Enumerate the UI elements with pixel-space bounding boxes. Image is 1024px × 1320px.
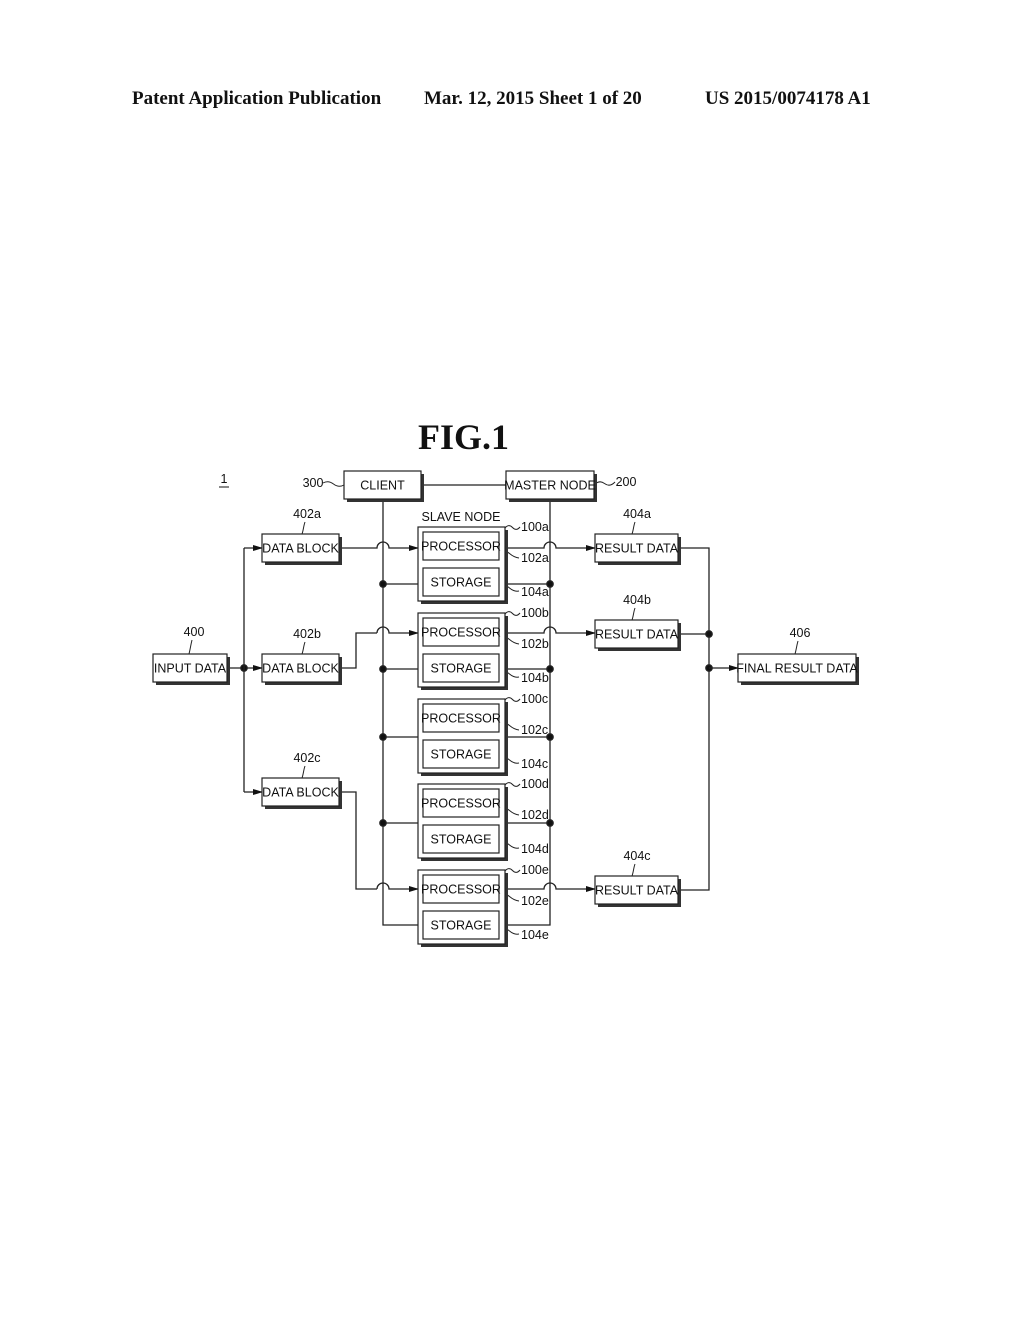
processor-ref: 102d	[521, 808, 549, 822]
processor-102d-label: PROCESSOR	[421, 797, 501, 811]
master-ref: 200	[616, 475, 637, 489]
final-result-data-box-label: FINAL RESULT DATA	[736, 662, 858, 676]
storage-ref: 104c	[521, 757, 548, 771]
block-a-to-processor	[339, 541, 419, 551]
input-leader	[188, 639, 193, 655]
final-ref: 406	[790, 626, 811, 640]
result-ref: 404c	[623, 849, 650, 863]
slave-node-ref: 100d	[521, 777, 549, 791]
processor-ref: 102b	[521, 637, 549, 651]
junction-dot	[379, 580, 387, 588]
result-ref: 404b	[623, 593, 651, 607]
slave-node-leader	[504, 782, 521, 787]
result-data-404b-label: RESULT DATA	[595, 628, 679, 642]
block-c-route	[339, 791, 377, 890]
processor-102b-label: PROCESSOR	[421, 626, 501, 640]
data-block-leader	[301, 765, 306, 779]
slave-node-ref: 100b	[521, 606, 549, 620]
data-block-ref: 402c	[293, 751, 320, 765]
result-leader	[631, 521, 636, 535]
master-node-box-label: MASTER NODE	[504, 479, 596, 493]
slave-node-leader	[504, 868, 521, 873]
storage-ref: 104b	[521, 671, 549, 685]
client-leader	[322, 481, 345, 487]
storage-104d-label: STORAGE	[431, 833, 492, 847]
data-block-ref: 402b	[293, 627, 321, 641]
slave-node-leader	[504, 611, 521, 616]
client-bus	[382, 499, 418, 926]
storage-104a-label: STORAGE	[431, 576, 492, 590]
input-data-box-label: INPUT DATA	[154, 662, 227, 676]
blocks	[152, 470, 859, 947]
storage-104b-label: STORAGE	[431, 662, 492, 676]
slave-node-leader	[504, 525, 521, 530]
slave-node-ref: 100a	[521, 520, 549, 534]
input-ref: 400	[184, 625, 205, 639]
data-block-402b-label: DATA BLOCK	[262, 662, 339, 676]
data-block-leader	[301, 641, 306, 655]
storage-ref: 104e	[521, 928, 549, 942]
result-leader	[631, 607, 636, 621]
junction-dot	[379, 665, 387, 673]
final-leader	[794, 640, 799, 655]
data-block-402c-label: DATA BLOCK	[262, 786, 339, 800]
junction-dot	[705, 630, 713, 638]
result-leader	[631, 863, 636, 877]
client-ref: 300	[303, 476, 324, 490]
storage-ref: 104d	[521, 842, 549, 856]
processor-102a-label: PROCESSOR	[421, 540, 501, 554]
client-box-label: CLIENT	[360, 479, 405, 493]
data-block-leader	[301, 521, 306, 535]
processor-ref: 102a	[521, 551, 549, 565]
storage-ref: 104a	[521, 585, 549, 599]
result-ref: 404a	[623, 507, 651, 521]
processor-ref: 102c	[521, 723, 548, 737]
processor-102e-label: PROCESSOR	[421, 883, 501, 897]
system-diagram: 1 CLIENT 300 MASTER NODE 200 SLAVE NODE PROCES…	[152, 470, 859, 947]
junction-dot	[379, 819, 387, 827]
slave-node-ref: 100c	[521, 692, 548, 706]
processor-102c-label: PROCESSOR	[421, 712, 501, 726]
data-block-ref: 402a	[293, 507, 321, 521]
slave-node-label: SLAVE NODE	[422, 510, 501, 524]
master-leader	[593, 481, 616, 486]
junction-dot	[379, 733, 387, 741]
block-b-route	[339, 632, 377, 669]
storage-104e-label: STORAGE	[431, 919, 492, 933]
result-data-404c-label: RESULT DATA	[595, 884, 679, 898]
data-block-402a-label: DATA BLOCK	[262, 542, 339, 556]
result-data-404a-label: RESULT DATA	[595, 542, 679, 556]
result-bus	[678, 547, 710, 891]
slave-node-leader	[504, 697, 521, 702]
system-ref: 1	[221, 472, 228, 486]
slave-node-ref: 100e	[521, 863, 549, 877]
processor-ref: 102e	[521, 894, 549, 908]
storage-104c-label: STORAGE	[431, 748, 492, 762]
